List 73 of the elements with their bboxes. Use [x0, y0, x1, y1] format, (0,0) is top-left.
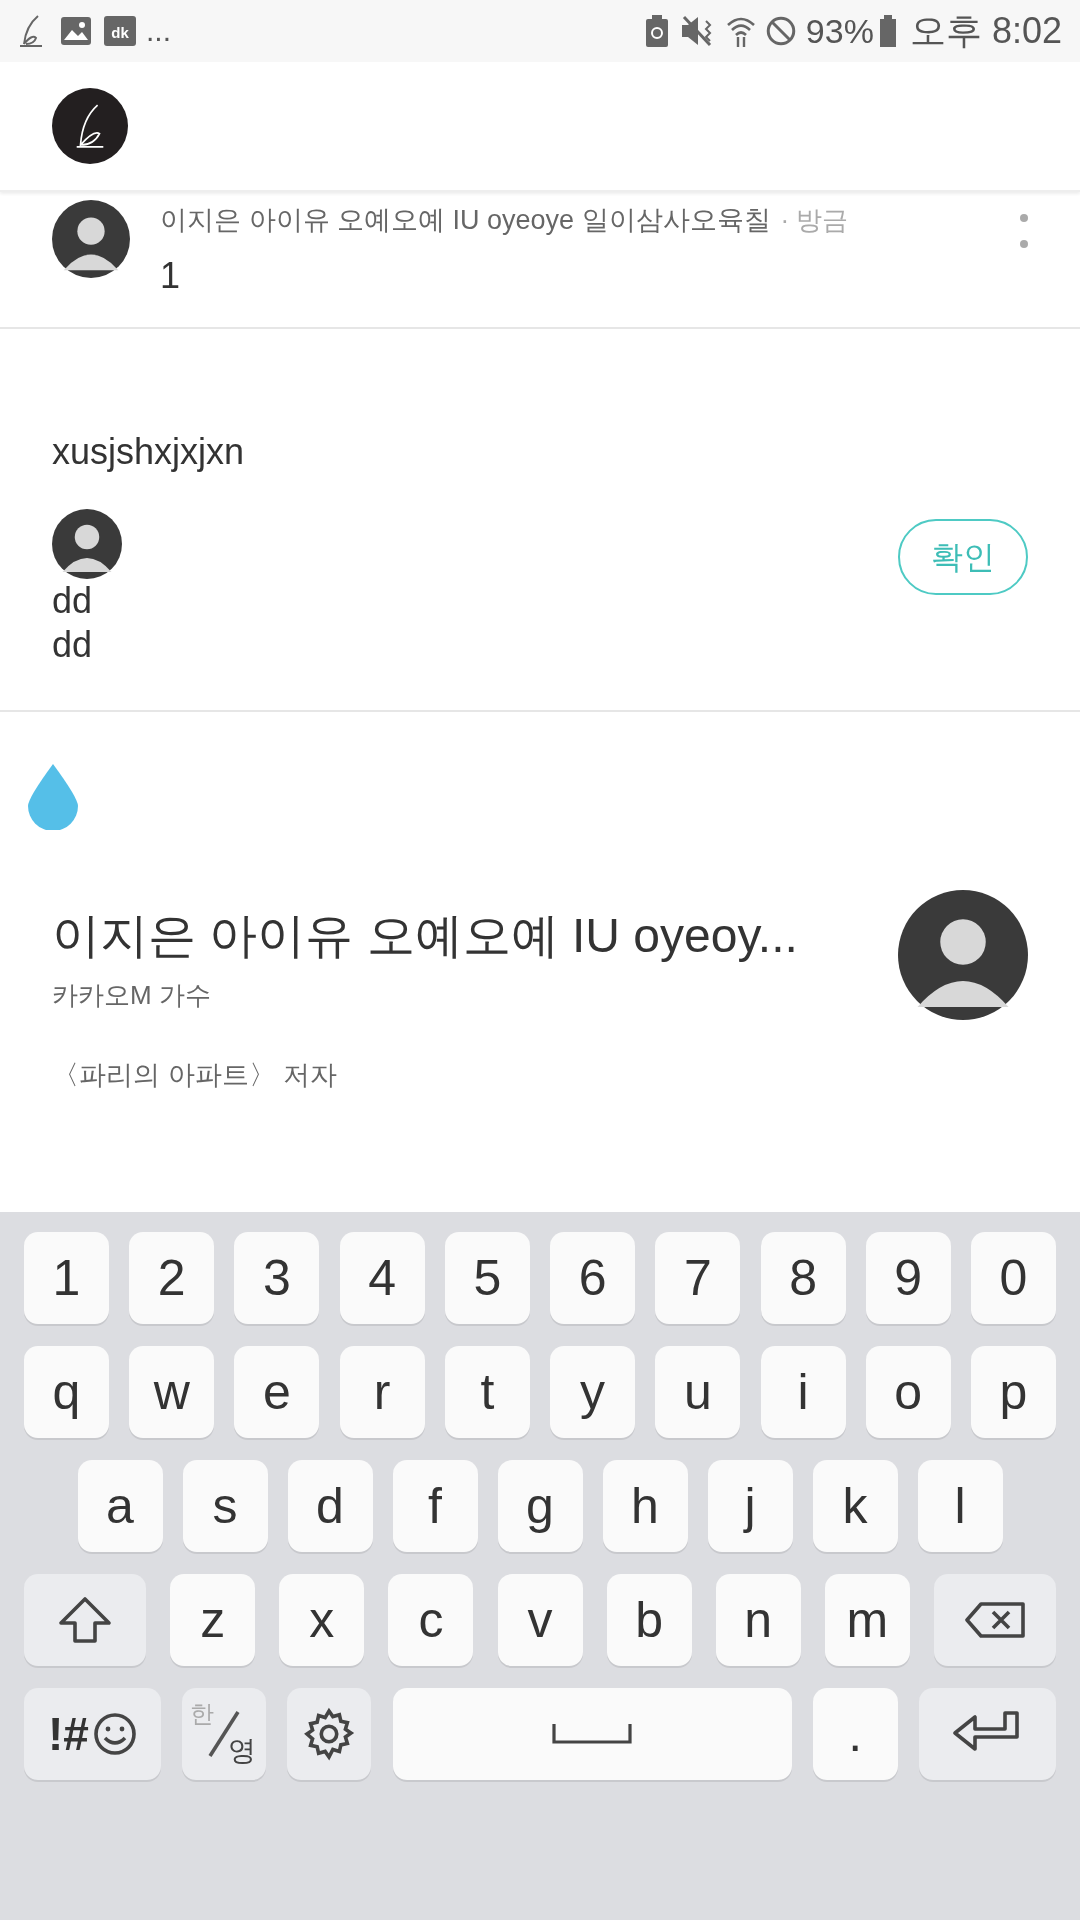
- profile-name: 이지은 아이유 오예오예 IU oyeoy...: [52, 908, 798, 964]
- keyboard-key[interactable]: j: [707, 1460, 793, 1552]
- english-label: 영: [228, 1734, 257, 1768]
- comment-time: · 방금: [780, 203, 849, 237]
- battery-saver-icon: [645, 15, 668, 47]
- keyboard-key[interactable]: 2: [129, 1232, 215, 1324]
- keyboard-key[interactable]: h: [602, 1460, 688, 1552]
- keyboard-key[interactable]: .: [812, 1688, 898, 1780]
- keyboard-key[interactable]: e: [234, 1346, 320, 1438]
- battery-icon: [879, 15, 896, 47]
- clock: 오후 8:02: [909, 9, 1062, 53]
- language-key[interactable]: 한 영: [182, 1688, 267, 1780]
- keyboard-key[interactable]: 4: [339, 1232, 425, 1324]
- keyboard-key[interactable]: w: [129, 1346, 215, 1438]
- reply-line: dd: [52, 623, 94, 667]
- keyboard-key[interactable]: 7: [655, 1232, 741, 1324]
- keyboard-key[interactable]: v: [497, 1574, 583, 1666]
- keyboard-key[interactable]: 8: [760, 1232, 846, 1324]
- keyboard-key[interactable]: 9: [865, 1232, 951, 1324]
- keyboard-key[interactable]: n: [715, 1574, 801, 1666]
- keyboard-key[interactable]: k: [812, 1460, 898, 1552]
- keyboard-key[interactable]: x: [279, 1574, 365, 1666]
- comment-author: 이지은 아이유 오예오예 IU oyeoye 일이삼사오육칠: [160, 204, 771, 237]
- avatar-icon: [52, 509, 122, 579]
- avatar-icon: [52, 200, 130, 278]
- keyboard-key[interactable]: p: [970, 1346, 1056, 1438]
- keyboard-key[interactable]: t: [444, 1346, 530, 1438]
- keyboard-key[interactable]: b: [606, 1574, 692, 1666]
- backspace-key[interactable]: [934, 1574, 1056, 1666]
- comment-text: 1: [160, 253, 182, 298]
- keyboard-key[interactable]: l: [917, 1460, 1003, 1552]
- keyboard-key[interactable]: r: [339, 1346, 425, 1438]
- keyboard-key[interactable]: a: [77, 1460, 163, 1552]
- water-drop-icon: [26, 762, 80, 830]
- keyboard-key[interactable]: o: [865, 1346, 951, 1438]
- keyboard-key[interactable]: 0: [970, 1232, 1056, 1324]
- hangul-label: 한: [190, 1699, 215, 1729]
- settings-key[interactable]: [287, 1688, 372, 1780]
- shift-icon: [57, 1595, 113, 1645]
- keyboard-key[interactable]: m: [824, 1574, 910, 1666]
- keyboard-key[interactable]: u: [655, 1346, 741, 1438]
- logo-icon: [52, 88, 128, 164]
- mute-icon: [679, 15, 714, 47]
- backspace-icon: [963, 1600, 1027, 1640]
- enter-key[interactable]: [918, 1688, 1056, 1780]
- keyboard-key[interactable]: z: [170, 1574, 256, 1666]
- keyboard-key[interactable]: 1: [24, 1232, 109, 1324]
- more-notifications: ...: [146, 16, 171, 46]
- shift-key[interactable]: [24, 1574, 146, 1666]
- keyboard-key[interactable]: s: [182, 1460, 268, 1552]
- avatar-icon: [898, 890, 1028, 1020]
- keyboard-key[interactable]: d: [287, 1460, 373, 1552]
- draft-text: xusjshxjxjxn: [52, 430, 245, 474]
- profile-bio: 〈파리의 아파트〉 저자: [52, 1059, 338, 1092]
- profile-subtitle: 카카오M 가수: [52, 979, 212, 1012]
- keyboard-key[interactable]: 6: [550, 1232, 636, 1324]
- briefcase-badge: dk: [104, 16, 136, 46]
- keyboard-key[interactable]: g: [497, 1460, 583, 1552]
- wifi-icon: [725, 15, 756, 47]
- keyboard-key[interactable]: 5: [444, 1232, 530, 1324]
- space-icon: [552, 1722, 633, 1746]
- battery-percent: 93%: [805, 10, 874, 52]
- image-icon: [60, 16, 92, 46]
- keyboard-key[interactable]: f: [392, 1460, 478, 1552]
- symbols-key[interactable]: !#: [24, 1688, 161, 1780]
- keyboard-key[interactable]: 3: [234, 1232, 320, 1324]
- smiley-icon: [92, 1712, 137, 1756]
- keyboard-key[interactable]: c: [388, 1574, 474, 1666]
- blocked-icon: [765, 16, 796, 46]
- keyboard-key[interactable]: i: [760, 1346, 846, 1438]
- keyboard-key[interactable]: y: [550, 1346, 636, 1438]
- keyboard-key[interactable]: q: [24, 1346, 109, 1438]
- reply-line: dd: [52, 579, 94, 623]
